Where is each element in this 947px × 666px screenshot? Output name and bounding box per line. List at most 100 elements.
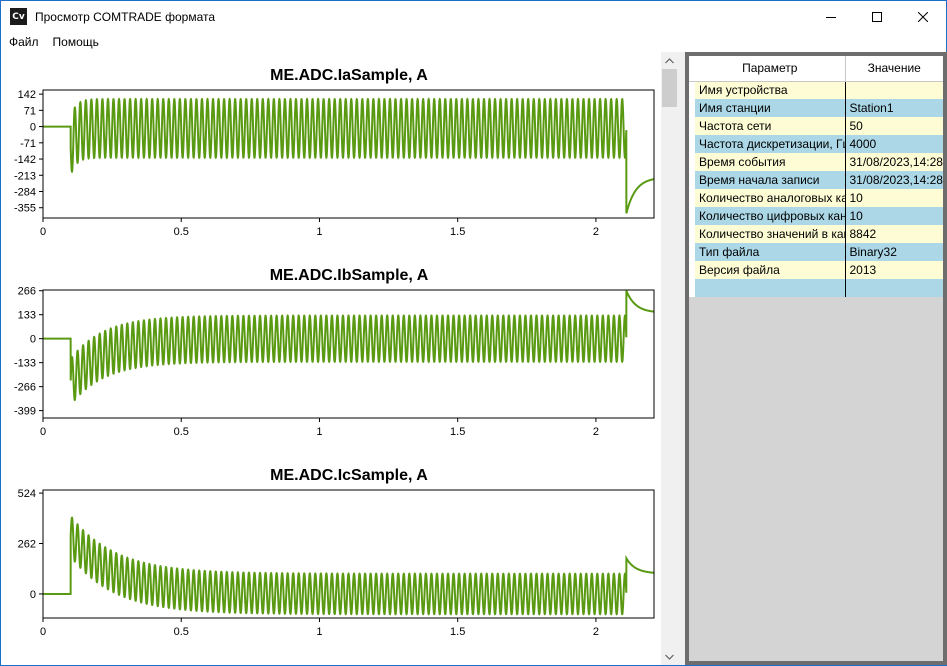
y-tick-label: -284: [14, 186, 36, 198]
x-tick-label: 1: [316, 426, 322, 438]
value-cell[interactable]: 10: [845, 207, 943, 225]
param-cell[interactable]: Тип файла: [695, 243, 846, 261]
x-tick-label: 0: [40, 626, 46, 638]
y-tick-label: 71: [24, 105, 36, 117]
y-tick-label: 262: [18, 539, 36, 551]
scroll-up-button[interactable]: [661, 52, 678, 69]
minimize-icon: [826, 16, 836, 18]
window-controls: [808, 1, 946, 32]
x-tick-label: 1.5: [450, 626, 465, 638]
param-cell[interactable]: Количество цифровых каналов: [695, 207, 846, 225]
y-tick-label: 142: [18, 89, 36, 101]
properties-grid-panel: Параметр Значение Имя устройства Имя стан…: [685, 52, 947, 665]
window-title: Просмотр COMTRADE формата: [35, 9, 216, 24]
x-tick-label: 2: [593, 626, 599, 638]
param-cell[interactable]: Количество значений в канале: [695, 225, 846, 243]
series-line: [43, 516, 654, 616]
param-cell[interactable]: Имя станции: [695, 99, 846, 117]
x-tick-label: 0: [40, 426, 46, 438]
value-cell[interactable]: 31/08/2023,14:28: [845, 153, 943, 171]
chart-title: ME.ADC.IcSample, A: [270, 467, 428, 484]
chevron-up-icon: [665, 57, 674, 63]
series-line: [43, 290, 654, 402]
table-row[interactable]: Имя устройства: [689, 81, 943, 99]
table-row[interactable]: Частота сети 50: [689, 117, 943, 135]
y-tick-label: -266: [14, 382, 36, 394]
param-cell[interactable]: Время события: [695, 153, 846, 171]
scroll-down-button[interactable]: [661, 648, 678, 665]
value-cell[interactable]: 8842: [845, 225, 943, 243]
menu-help[interactable]: Помощь: [46, 32, 106, 52]
y-tick-label: -399: [14, 406, 36, 418]
app-window: Cv Просмотр COMTRADE формата Файл Помощь…: [0, 0, 947, 666]
column-header-value[interactable]: Значение: [845, 56, 943, 82]
x-tick-label: 0.5: [174, 226, 189, 238]
table-row[interactable]: Тип файла Binary32: [689, 243, 943, 261]
series-line: [43, 97, 654, 214]
value-cell[interactable]: [845, 81, 943, 99]
param-cell[interactable]: Количество аналоговых каналов: [695, 189, 846, 207]
x-tick-label: 1: [316, 626, 322, 638]
table-row[interactable]: Время события 31/08/2023,14:28: [689, 153, 943, 171]
value-cell[interactable]: Binary32: [845, 243, 943, 261]
charts-vertical-scrollbar[interactable]: [661, 52, 678, 665]
param-cell[interactable]: [695, 279, 846, 297]
table-row[interactable]: Частота дискретизации, Гц 4000: [689, 135, 943, 153]
y-tick-label: -133: [14, 358, 36, 370]
x-tick-label: 0.5: [174, 426, 189, 438]
charts-panel[interactable]: ME.ADC.IaSample, A 142 71 0 -71 -142 -213 -284 -…: [1, 52, 661, 665]
properties-grid: Параметр Значение Имя устройства Имя стан…: [689, 56, 943, 297]
y-tick-label: 0: [30, 589, 36, 601]
y-tick-label: 0: [30, 122, 36, 134]
app-icon: Cv: [10, 8, 27, 25]
value-cell[interactable]: 31/08/2023,14:28: [845, 171, 943, 189]
x-tick-label: 1.5: [450, 226, 465, 238]
param-cell[interactable]: Версия файла: [695, 261, 846, 279]
value-cell[interactable]: [845, 279, 943, 297]
value-cell[interactable]: 10: [845, 189, 943, 207]
x-tick-label: 0: [40, 226, 46, 238]
table-row[interactable]: Время начала записи 31/08/2023,14:28: [689, 171, 943, 189]
y-tick-label: -213: [14, 170, 36, 182]
x-tick-label: 2: [593, 426, 599, 438]
table-row[interactable]: Имя станции Station1: [689, 99, 943, 117]
chart-ib-svg: ME.ADC.IbSample, A 266 133 0 -133 -266 -399 0 0.…: [14, 267, 655, 438]
y-tick-label: -355: [14, 203, 36, 215]
chart-title: ME.ADC.IbSample, A: [270, 267, 429, 284]
table-row[interactable]: Количество цифровых каналов10: [689, 207, 943, 225]
x-tick-label: 0.5: [174, 626, 189, 638]
menu-file[interactable]: Файл: [1, 32, 46, 52]
menu-bar: Файл Помощь: [1, 32, 946, 52]
y-tick-label: 0: [30, 334, 36, 346]
y-tick-label: 266: [18, 286, 36, 298]
column-header-param[interactable]: Параметр: [695, 56, 846, 82]
properties-table: Параметр Значение Имя устройства Имя стан…: [689, 56, 943, 297]
param-cell[interactable]: Имя устройства: [695, 81, 846, 99]
param-cell[interactable]: Частота дискретизации, Гц: [695, 135, 846, 153]
chart-title: ME.ADC.IaSample, A: [270, 67, 428, 84]
y-tick-label: 524: [18, 488, 36, 500]
value-cell[interactable]: 50: [845, 117, 943, 135]
table-row[interactable]: Версия файла 2013: [689, 261, 943, 279]
splitter[interactable]: [678, 52, 685, 665]
y-tick-label: -142: [14, 154, 36, 166]
chevron-down-icon: [665, 654, 674, 660]
chart-ia-svg: ME.ADC.IaSample, A 142 71 0 -71 -142 -213 -284 -…: [14, 67, 655, 238]
table-row[interactable]: [689, 279, 943, 297]
value-cell[interactable]: Station1: [845, 99, 943, 117]
scroll-thumb[interactable]: [662, 69, 677, 107]
grid-header-row: Параметр Значение: [689, 56, 943, 82]
minimize-button[interactable]: [808, 1, 854, 32]
maximize-icon: [872, 11, 882, 22]
param-cell[interactable]: Время начала записи: [695, 171, 846, 189]
table-row[interactable]: Количество аналоговых каналов10: [689, 189, 943, 207]
table-row[interactable]: Количество значений в канале8842: [689, 225, 943, 243]
param-cell[interactable]: Частота сети: [695, 117, 846, 135]
x-tick-label: 1.5: [450, 426, 465, 438]
close-button[interactable]: [900, 1, 946, 32]
title-bar[interactable]: Cv Просмотр COMTRADE формата: [1, 1, 946, 32]
x-tick-label: 2: [593, 226, 599, 238]
maximize-button[interactable]: [854, 1, 900, 32]
value-cell[interactable]: 2013: [845, 261, 943, 279]
value-cell[interactable]: 4000: [845, 135, 943, 153]
